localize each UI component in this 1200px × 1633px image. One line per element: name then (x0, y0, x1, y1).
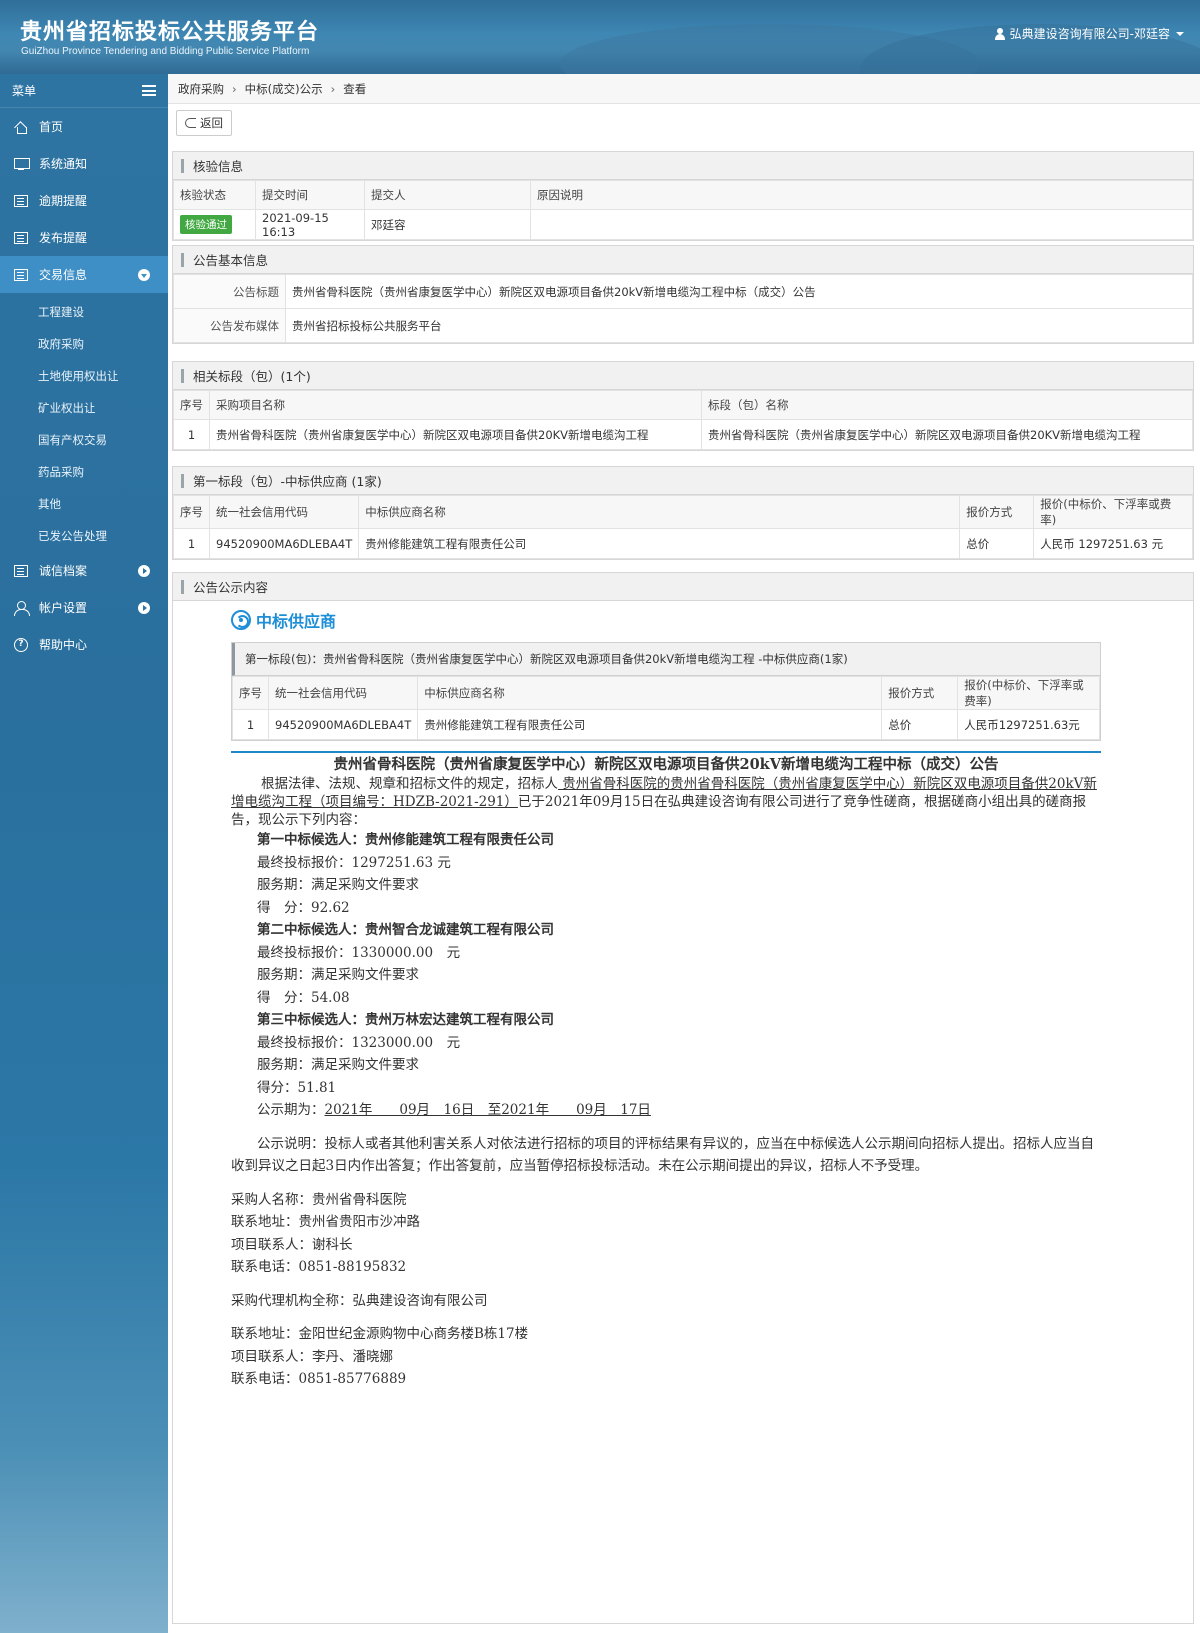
sidebar-item-label: 首页 (39, 120, 64, 134)
sidebar-item-credit[interactable]: 诚信档案 (0, 552, 168, 589)
sidebar-sub-state-property[interactable]: 国有产权交易 (0, 424, 168, 456)
notice-media: 贵州省招标投标公共服务平台 (285, 308, 1193, 343)
sidebar-sub-other[interactable]: 其他 (0, 488, 168, 520)
target-icon (231, 610, 251, 630)
user-icon (14, 601, 30, 616)
sidebar-sub-land[interactable]: 土地使用权出让 (0, 360, 168, 392)
basic-info-panel: 公告基本信息 公告标题 贵州省骨科医院（贵州省康复医学中心）新院区双电源项目备供2… (172, 245, 1194, 344)
breadcrumb-award-notice[interactable]: 中标(成交)公示 (245, 81, 323, 97)
list-icon (14, 268, 28, 281)
chevron-right-icon (138, 564, 150, 577)
sidebar-header: 菜单 (0, 74, 168, 108)
winners-table: 序号 统一社会信用代码 中标供应商名称 报价方式 报价(中标价、下浮率或费率) … (173, 495, 1193, 559)
back-icon (185, 118, 196, 128)
notice-title: 贵州省骨科医院（贵州省康复医学中心）新院区双电源项目备供20kV新增电缆沟工程中… (285, 274, 1193, 309)
remark-paragraph: 公示说明：投标人或者其他利害关系人对依法进行招标的项目的评标结果有异议的，应当在… (231, 1135, 1094, 1175)
panel-header: 公告公示内容 (173, 573, 1193, 601)
intro-paragraph: 根据法律、法规、规章和招标文件的规定，招标人 贵州省骨科医院的贵州省骨科医院（贵… (231, 776, 1097, 828)
verify-panel: 核验信息 核验状态 提交时间 提交人 原因说明 核验通过 2021-09-15 … (172, 151, 1194, 241)
panel-header: 相关标段（包）(1个) (173, 362, 1193, 390)
notice-document: 贵州省骨科医院（贵州省康复医学中心）新院区双电源项目备供20kV新增电缆沟工程中… (231, 755, 1101, 1391)
sidebar-item-trade-info[interactable]: 交易信息 (0, 256, 168, 293)
sidebar-item-help[interactable]: ? 帮助中心 (0, 626, 168, 663)
sidebar-item-label: 逾期提醒 (39, 194, 88, 208)
notice-body: 中标供应商 第一标段(包)：贵州省骨科医院（贵州省康复医学中心）新院区双电源项目… (231, 606, 1101, 1391)
menu-label: 菜单 (12, 84, 37, 98)
list-icon (14, 231, 28, 244)
divider (231, 751, 1101, 753)
sidebar-item-label: 交易信息 (39, 268, 88, 282)
list-icon (14, 194, 28, 207)
main-content: 政府采购 › 中标(成交)公示 › 查看 返回 核验信息 核验状态 提交时间 提… (168, 74, 1200, 1633)
table-row: 1 贵州省骨科医院（贵州省康复医学中心）新院区双电源项目备供20KV新增电缆沟工… (173, 419, 1193, 450)
panel-header: 核验信息 (173, 152, 1193, 180)
inner-winner-table: 序号 统一社会信用代码 中标供应商名称 报价方式 报价(中标价、下浮率或费率) … (232, 676, 1100, 740)
table-row: 1 94520900MA6DLEBA4T 贵州修能建筑工程有限责任公司 总价 人… (232, 709, 1100, 740)
sections-table: 序号 采购项目名称 标段（包）名称 1 贵州省骨科医院（贵州省康复医学中心）新院… (173, 390, 1193, 450)
publicity-period: 公示期为：2021年 09月 16日 至2021年 09月 17日 (257, 1102, 651, 1118)
basic-info-table: 公告标题 贵州省骨科医院（贵州省康复医学中心）新院区双电源项目备供20kV新增电缆… (173, 274, 1193, 343)
sidebar-item-label: 帮助中心 (39, 638, 88, 652)
reason (530, 209, 1193, 240)
sidebar-sub-published[interactable]: 已发公告处理 (0, 520, 168, 552)
home-icon (14, 121, 28, 134)
back-button[interactable]: 返回 (176, 110, 232, 136)
hamburger-icon[interactable] (142, 85, 156, 96)
sidebar-item-system-notice[interactable]: 系统通知 (0, 145, 168, 182)
winner-heading: 中标供应商 (231, 606, 1101, 634)
chevron-right-icon (138, 601, 150, 614)
panel-header: 公告基本信息 (173, 246, 1193, 274)
breadcrumb-view: 查看 (343, 81, 367, 96)
candidate-1-title: 第一中标候选人：贵州修能建筑工程有限责任公司 (257, 832, 554, 848)
table-row: 1 94520900MA6DLEBA4T 贵州修能建筑工程有限责任公司 总价 人… (173, 528, 1193, 559)
page-header: 贵州省招标投标公共服务平台 GuiZhou Province Tendering… (0, 0, 1200, 74)
sidebar-item-label: 系统通知 (39, 157, 88, 171)
inner-winner-box: 第一标段(包)：贵州省骨科医院（贵州省康复医学中心）新院区双电源项目备供20kV… (231, 642, 1101, 741)
sidebar-sub-gov-purchase[interactable]: 政府采购 (0, 328, 168, 360)
breadcrumb: 政府采购 › 中标(成交)公示 › 查看 (168, 74, 1200, 104)
sidebar-sub-engineering[interactable]: 工程建设 (0, 296, 168, 328)
monitor-icon (14, 157, 30, 170)
user-menu[interactable]: 弘典建设咨询有限公司-邓廷容 (994, 25, 1184, 42)
site-title: 贵州省招标投标公共服务平台 (20, 20, 320, 45)
sidebar-item-account[interactable]: 帐户设置 (0, 589, 168, 626)
status-badge: 核验通过 (180, 215, 232, 234)
submitter: 邓廷容 (364, 209, 531, 240)
caret-down-icon (1176, 31, 1184, 36)
user-icon (994, 27, 1006, 40)
chevron-down-icon (138, 268, 150, 281)
sidebar-item-label: 诚信档案 (39, 564, 88, 578)
sidebar: 菜单 首页 系统通知 逾期提醒 发布提醒 交易信息 工程建设 政府采购 土地使用… (0, 74, 168, 1633)
candidate-2-title: 第二中标候选人：贵州智合龙诚建筑工程有限公司 (257, 922, 554, 938)
sidebar-item-publish-reminder[interactable]: 发布提醒 (0, 219, 168, 256)
verify-table: 核验状态 提交时间 提交人 原因说明 核验通过 2021-09-15 16:13… (173, 180, 1193, 240)
sidebar-sub-drug[interactable]: 药品采购 (0, 456, 168, 488)
site-subtitle: GuiZhou Province Tendering and Bidding P… (21, 46, 310, 57)
document-title: 贵州省骨科医院（贵州省康复医学中心）新院区双电源项目备供20kV新增电缆沟工程中… (333, 756, 999, 773)
submit-time: 2021-09-15 16:13 (255, 209, 365, 240)
sidebar-sub-mining[interactable]: 矿业权出让 (0, 392, 168, 424)
sidebar-item-label: 帐户设置 (39, 601, 88, 615)
breadcrumb-gov-purchase[interactable]: 政府采购 (178, 81, 224, 97)
panel-header: 第一标段（包）-中标供应商 (1家) (173, 467, 1193, 495)
candidate-3-title: 第三中标候选人：贵州万林宏达建筑工程有限公司 (257, 1012, 554, 1028)
sidebar-item-label: 发布提醒 (39, 231, 88, 245)
sections-panel: 相关标段（包）(1个) 序号 采购项目名称 标段（包）名称 1 贵州省骨科医院（… (172, 361, 1194, 451)
user-name: 弘典建设咨询有限公司-邓廷容 (1009, 27, 1170, 41)
winners-panel: 第一标段（包）-中标供应商 (1家) 序号 统一社会信用代码 中标供应商名称 报… (172, 466, 1194, 560)
list-icon (14, 564, 28, 577)
toolbar: 返回 (168, 104, 1200, 142)
help-icon: ? (14, 637, 28, 652)
sidebar-item-overdue[interactable]: 逾期提醒 (0, 182, 168, 219)
sidebar-item-home[interactable]: 首页 (0, 108, 168, 145)
